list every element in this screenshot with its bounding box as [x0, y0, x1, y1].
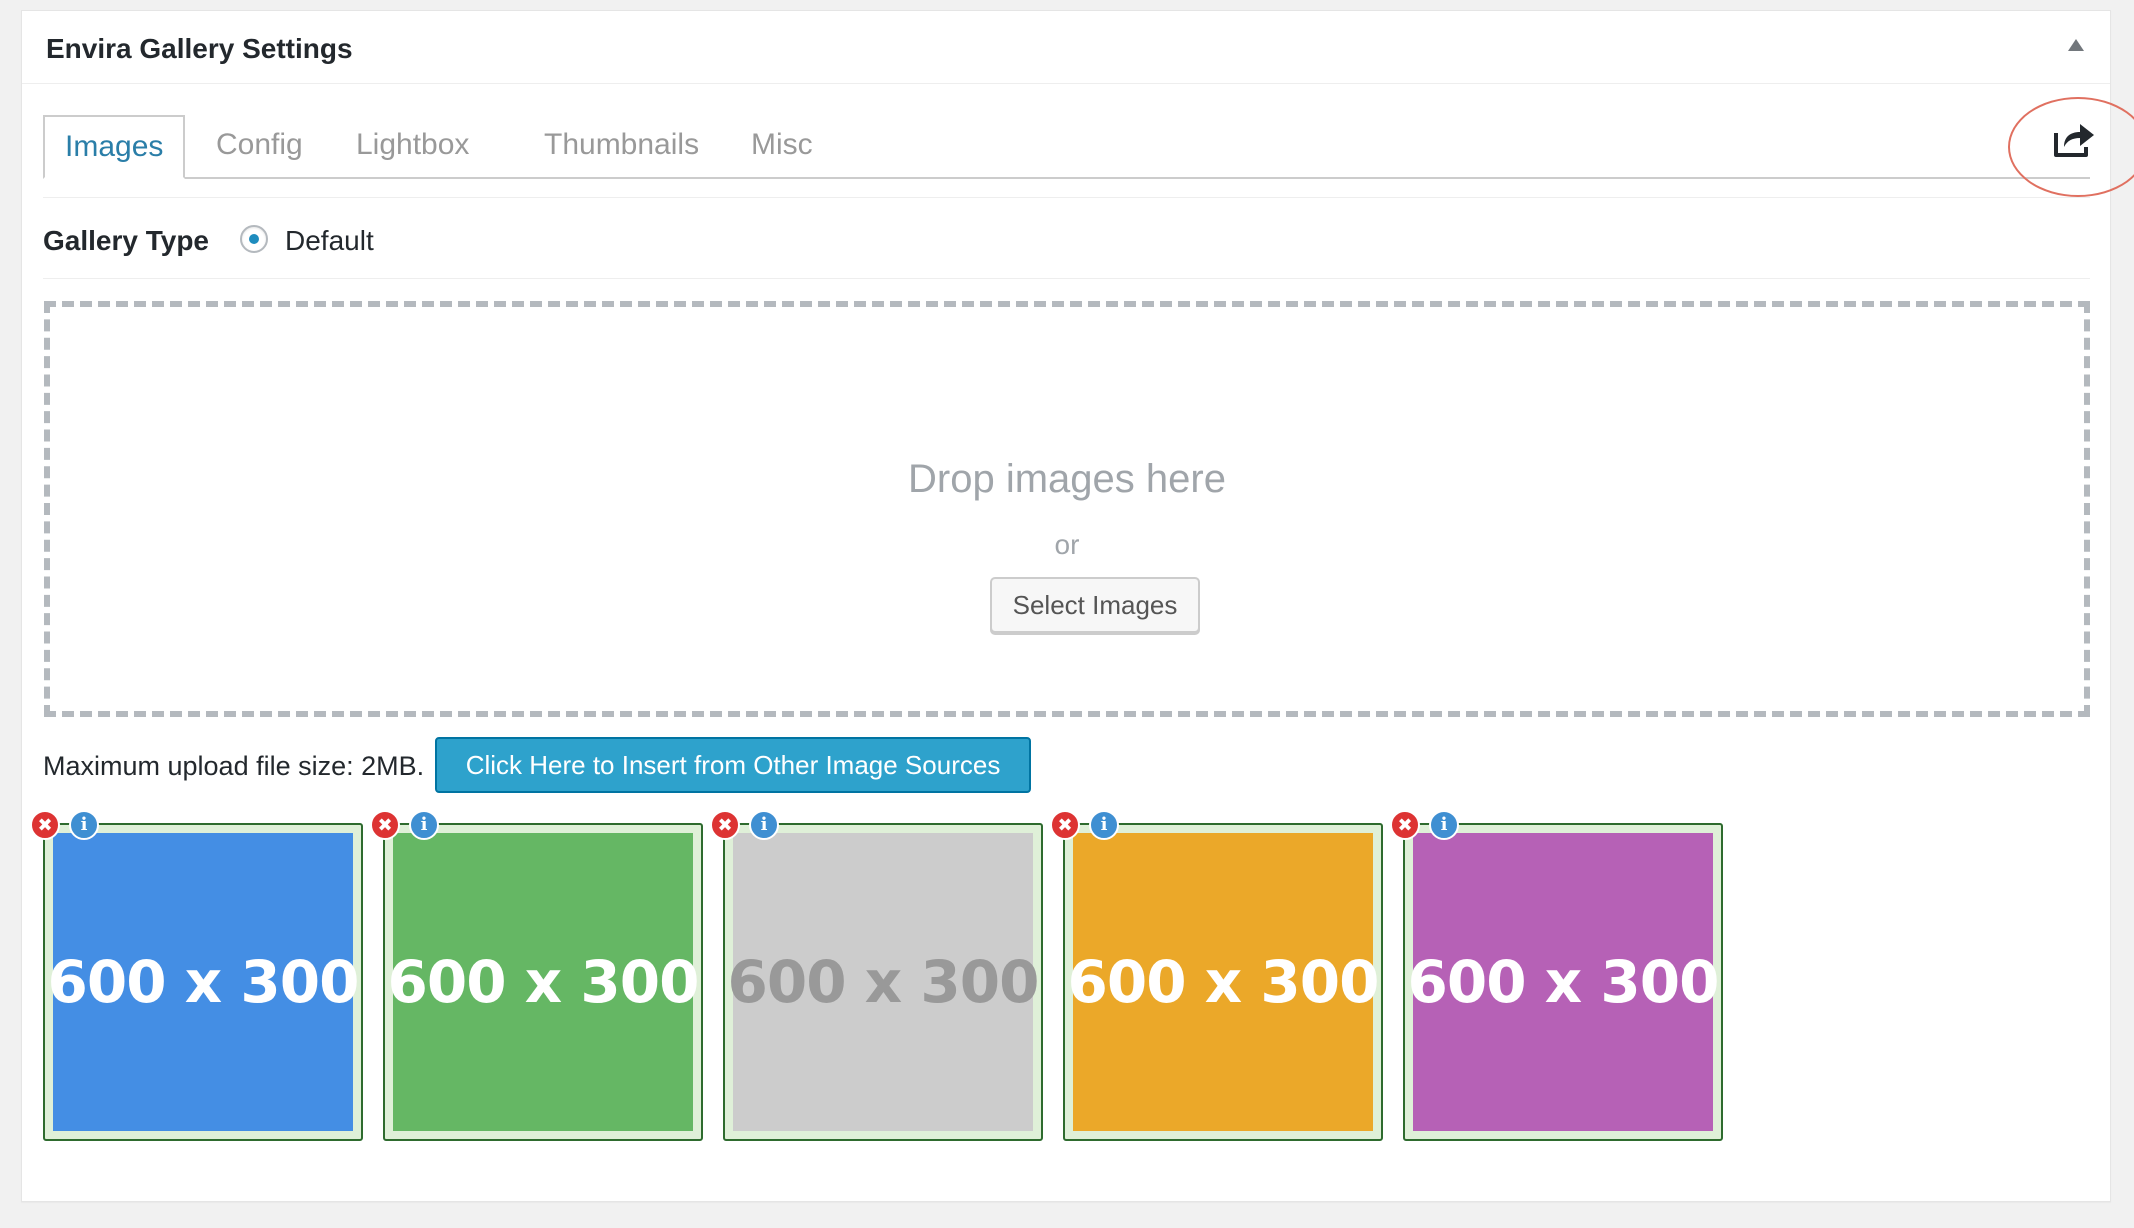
remove-image-icon[interactable]: ✖ [1390, 810, 1420, 840]
insert-from-other-sources-button[interactable]: Click Here to Insert from Other Image So… [435, 737, 1031, 793]
image-thumbnail: 600 x 300 [728, 833, 1039, 1131]
dropzone-heading: Drop images here [908, 457, 1226, 501]
panel-title: Envira Gallery Settings [46, 33, 353, 64]
remove-image-icon[interactable]: ✖ [710, 810, 740, 840]
remove-image-icon[interactable]: ✖ [30, 810, 60, 840]
tab-lightbox[interactable]: Lightbox [356, 115, 469, 177]
gallery-settings-panel: Envira Gallery Settings Images Config Li… [21, 10, 2134, 1202]
divider [43, 197, 2090, 198]
gallery-type-default-radio[interactable] [240, 225, 268, 253]
gallery-image-item[interactable]: ✖ i 600 x 300 [710, 810, 1043, 1141]
tab-config[interactable]: Config [216, 115, 303, 177]
share-icon[interactable] [2052, 119, 2096, 159]
image-info-icon[interactable]: i [749, 810, 779, 840]
gallery-image-item[interactable]: ✖ i 600 x 300 [30, 810, 363, 1141]
select-images-button[interactable]: Select Images [990, 577, 1200, 633]
gallery-type-default-label[interactable]: Default [285, 225, 374, 257]
collapse-toggle-icon[interactable] [2068, 39, 2084, 51]
dropzone-or-text: or [1054, 529, 1080, 560]
image-info-icon[interactable]: i [1429, 810, 1459, 840]
tab-images[interactable]: Images [43, 115, 186, 179]
image-info-icon[interactable]: i [69, 810, 99, 840]
panel-header: Envira Gallery Settings [22, 11, 2110, 84]
image-dropzone[interactable]: Drop images here or Select Images [44, 301, 2090, 717]
remove-image-icon[interactable]: ✖ [1050, 810, 1080, 840]
image-thumbnail: 600 x 300 [1068, 833, 1379, 1131]
image-thumbnail: 600 x 300 [48, 833, 359, 1131]
image-info-icon[interactable]: i [409, 810, 439, 840]
gallery-image-item[interactable]: ✖ i 600 x 300 [1050, 810, 1383, 1141]
tabs-bar: Images Config Lightbox Thumbnails Misc [43, 105, 2090, 179]
tab-misc[interactable]: Misc [751, 115, 813, 177]
remove-image-icon[interactable]: ✖ [370, 810, 400, 840]
image-info-icon[interactable]: i [1089, 810, 1119, 840]
divider [43, 278, 2090, 279]
max-upload-size-text: Maximum upload file size: 2MB. [43, 751, 425, 781]
image-thumbnail: 600 x 300 [388, 833, 699, 1131]
gallery-type-label: Gallery Type [43, 225, 210, 256]
tab-thumbnails[interactable]: Thumbnails [544, 115, 699, 177]
gallery-image-item[interactable]: ✖ i 600 x 300 [370, 810, 703, 1141]
gallery-image-item[interactable]: ✖ i 600 x 300 [1390, 810, 1723, 1141]
image-thumbnail: 600 x 300 [1408, 833, 1719, 1131]
